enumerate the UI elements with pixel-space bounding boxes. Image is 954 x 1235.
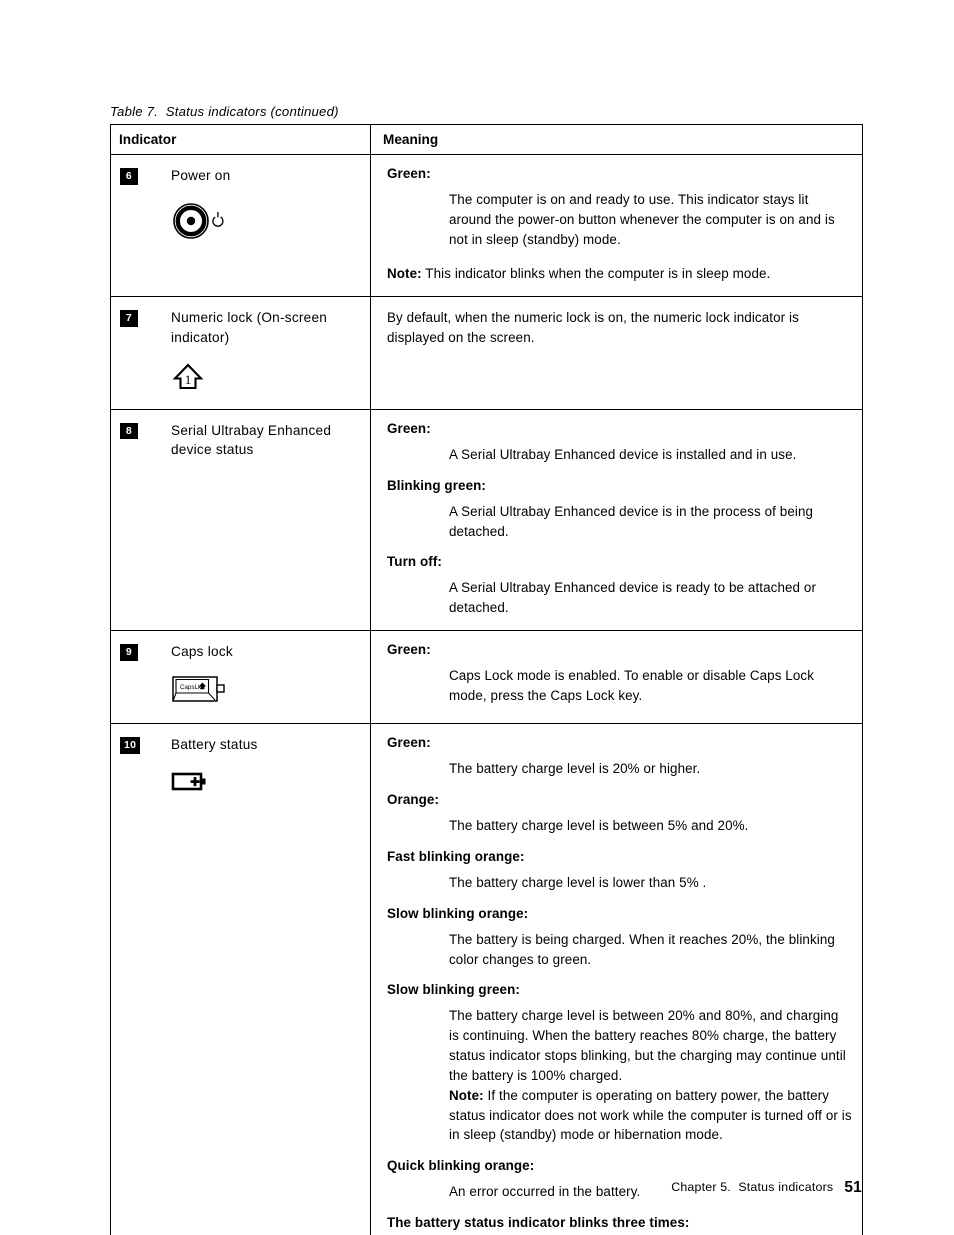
indicator-cell: 6 Power on bbox=[110, 153, 371, 297]
indicator-number-badge: 6 bbox=[120, 168, 138, 185]
meaning-cell: By default, when the numeric lock is on,… bbox=[370, 296, 863, 410]
footer-chapter: Chapter 5. Status indicators bbox=[671, 1180, 834, 1194]
term-label: Orange: bbox=[387, 792, 440, 808]
term-label: Green: bbox=[387, 735, 431, 751]
term-label: Fast blinking orange: bbox=[387, 849, 525, 864]
indicator-cell: 10 Battery status bbox=[110, 723, 371, 1235]
note-line: Note: This indicator blinks when the com… bbox=[387, 264, 852, 284]
table-row: 10 Battery status Green: The battery cha… bbox=[110, 723, 863, 1235]
term-label: Green: bbox=[387, 166, 431, 181]
term-definition: A Serial Ultrabay Enhanced device is in … bbox=[449, 503, 814, 539]
term-label: Slow blinking green: bbox=[387, 982, 520, 998]
term-label: Slow blinking orange: bbox=[387, 905, 529, 921]
svg-text:CapsLk: CapsLk bbox=[180, 684, 202, 691]
meaning-cell: Green: The computer is on and ready to u… bbox=[370, 153, 863, 297]
numeric-lock-arrow-icon-svg: 1 bbox=[172, 363, 204, 389]
column-header-meaning: Meaning bbox=[370, 124, 863, 155]
table-row: 9 Caps lock CapsLk Green: Caps Lock mode… bbox=[110, 630, 863, 724]
term-definition: The battery charge level is between 5% a… bbox=[449, 818, 749, 834]
meaning-cell: Green: A Serial Ultrabay Enhanced device… bbox=[370, 408, 863, 631]
indicator-number-badge: 10 bbox=[120, 737, 141, 754]
term-label: Blinking green: bbox=[387, 477, 486, 493]
term-definition: The computer is on and ready to use. Thi… bbox=[449, 192, 835, 247]
term-definition: A Serial Ultrabay Enhanced device is ins… bbox=[449, 446, 797, 462]
note-text: If the computer is operating on battery … bbox=[449, 1087, 852, 1143]
page-footer: Chapter 5. Status indicators 51 bbox=[657, 1165, 862, 1211]
indicator-cell: 8 Serial Ultrabay Enhanced device status bbox=[110, 408, 371, 631]
meaning-text: By default, when the numeric lock is on,… bbox=[387, 310, 799, 346]
indicator-number-badge: 9 bbox=[120, 644, 138, 661]
note-label: Note: bbox=[387, 266, 422, 282]
table-header-row: Indicator Meaning bbox=[110, 124, 863, 155]
meaning-cell: Green: The battery charge level is 20% o… bbox=[370, 723, 863, 1235]
caps-lock-key-icon-svg: CapsLk bbox=[172, 676, 225, 703]
table-row: 8 Serial Ultrabay Enhanced device status… bbox=[110, 408, 863, 631]
meaning-cell: Green: Caps Lock mode is enabled. To ena… bbox=[370, 630, 863, 724]
table-row: 7 Numeric lock (On-screen indicator) 1 B… bbox=[110, 296, 863, 410]
indicator-label: Battery status bbox=[171, 737, 258, 753]
table-row: 6 Power on Green: The computer is on and… bbox=[110, 153, 863, 297]
term-label: Green: bbox=[387, 642, 431, 658]
term-definition: The battery charge level is between 20% … bbox=[449, 1008, 846, 1083]
indicator-label: Serial Ultrabay Enhanced device status bbox=[171, 422, 332, 458]
document-page: Table 7. Status indicators (continued) I… bbox=[0, 0, 954, 1235]
term-label: Green: bbox=[387, 420, 431, 436]
power-on-indicator-icon bbox=[171, 201, 370, 247]
indicator-label: Numeric lock (On-screen indicator) bbox=[171, 310, 328, 345]
term-definition: The battery is being charged. When it re… bbox=[449, 931, 835, 967]
indicator-number-badge: 7 bbox=[120, 310, 138, 327]
term-note: Note: If the computer is operating on ba… bbox=[449, 1086, 852, 1145]
term-label: The battery status indicator blinks thre… bbox=[387, 1215, 690, 1231]
column-header-indicator: Indicator bbox=[110, 124, 371, 155]
footer-page-number: 51 bbox=[844, 1179, 862, 1196]
term-definition: A Serial Ultrabay Enhanced device is rea… bbox=[449, 580, 817, 616]
power-on-indicator-icon-svg bbox=[173, 203, 224, 240]
indicator-cell: 7 Numeric lock (On-screen indicator) 1 bbox=[110, 296, 371, 410]
caps-lock-key-icon: CapsLk bbox=[171, 675, 370, 709]
note-text: This indicator blinks when the computer … bbox=[421, 266, 771, 282]
status-indicators-table: Indicator Meaning 6 Power on Green: The … bbox=[110, 124, 863, 1235]
battery-icon-svg bbox=[171, 772, 206, 790]
battery-icon bbox=[171, 769, 370, 799]
term-definition: The battery charge level is 20% or highe… bbox=[449, 761, 701, 777]
term-definition: Caps Lock mode is enabled. To enable or … bbox=[449, 668, 814, 703]
svg-text:1: 1 bbox=[185, 372, 192, 387]
indicator-label: Caps lock bbox=[171, 644, 233, 660]
term-label: Turn off: bbox=[387, 554, 442, 570]
numeric-lock-arrow-icon: 1 bbox=[171, 361, 370, 395]
indicator-number-badge: 8 bbox=[120, 422, 138, 440]
indicator-label: Power on bbox=[171, 168, 231, 183]
table-caption: Table 7. Status indicators (continued) bbox=[110, 104, 339, 119]
indicator-cell: 9 Caps lock CapsLk bbox=[110, 630, 371, 724]
term-definition: The battery charge level is lower than 5… bbox=[449, 875, 707, 890]
note-label: Note: bbox=[449, 1087, 484, 1103]
